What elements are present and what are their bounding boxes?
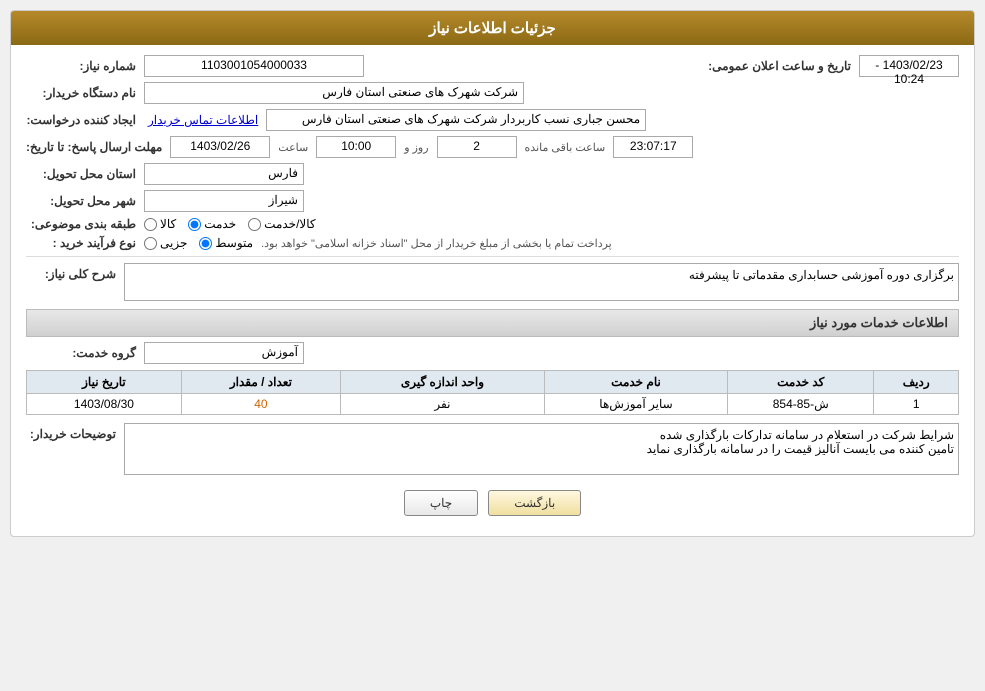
city-label: شهر محل تحویل: — [26, 194, 136, 208]
remaining-label: ساعت باقی مانده — [525, 141, 606, 154]
deadline-days: 2 — [437, 136, 517, 158]
col-quantity: تعداد / مقدار — [181, 371, 340, 394]
purchase-type-label: نوع فرآیند خرید : — [26, 236, 136, 250]
cell-date: 1403/08/30 — [27, 394, 182, 415]
buyer-notes-textarea[interactable] — [124, 423, 959, 475]
cell-code: ش-85-854 — [728, 394, 874, 415]
deadline-date: 1403/02/26 — [170, 136, 270, 158]
creator-label: ایجاد کننده درخواست: — [26, 113, 136, 127]
province-label: استان محل تحویل: — [26, 167, 136, 181]
announcement-value: 1403/02/23 - 10:24 — [859, 55, 959, 77]
button-row: بازگشت چاپ — [26, 490, 959, 516]
services-section-header: اطلاعات خدمات مورد نیاز — [26, 309, 959, 337]
cell-quantity: 40 — [181, 394, 340, 415]
general-desc-textarea[interactable] — [124, 263, 959, 301]
category-option-khadamat[interactable]: خدمت — [188, 217, 236, 231]
purchase-type-motavaset[interactable]: متوسط — [199, 236, 253, 250]
purchase-type-radio-group: متوسط جزیی — [144, 236, 253, 250]
page-title: جزئیات اطلاعات نیاز — [11, 11, 974, 45]
cell-unit: نفر — [340, 394, 544, 415]
category-label: طبقه بندی موضوعی: — [26, 217, 136, 231]
category-radio-group: کالا/خدمت خدمت کالا — [144, 217, 316, 231]
deadline-remaining: 23:07:17 — [613, 136, 693, 158]
province-value: فارس — [144, 163, 304, 185]
time-label: ساعت — [278, 141, 308, 154]
contact-link[interactable]: اطلاعات تماس خریدار — [148, 113, 258, 127]
city-value: شیراز — [144, 190, 304, 212]
general-desc-label: شرح کلی نیاز: — [26, 267, 116, 281]
category-option-kala-khadamat[interactable]: کالا/خدمت — [248, 217, 315, 231]
purchase-type-note: پرداخت تمام یا بخشی از مبلغ خریدار از مح… — [261, 237, 959, 250]
buyer-org-value: شرکت شهرک های صنعتی استان فارس — [144, 82, 524, 104]
cell-name: سایر آموزش‌ها — [544, 394, 727, 415]
col-code: کد خدمت — [728, 371, 874, 394]
service-group-value: آموزش — [144, 342, 304, 364]
buyer-org-label: نام دستگاه خریدار: — [26, 86, 136, 100]
category-option-kala[interactable]: کالا — [144, 217, 176, 231]
announcement-label: تاریخ و ساعت اعلان عمومی: — [708, 59, 851, 73]
col-row: ردیف — [874, 371, 959, 394]
creator-value: محسن جباری نسب کاربردار شرکت شهرک های صن… — [266, 109, 646, 131]
buyer-notes-label: توضیحات خریدار: — [26, 427, 116, 441]
deadline-time: 10:00 — [316, 136, 396, 158]
purchase-type-jozei[interactable]: جزیی — [144, 236, 187, 250]
col-date: تاریخ نیاز — [27, 371, 182, 394]
col-unit: واحد اندازه گیری — [340, 371, 544, 394]
need-number-label: شماره نیاز: — [26, 59, 136, 73]
deadline-label: مهلت ارسال پاسخ: تا تاریخ: — [26, 140, 162, 154]
print-button[interactable]: چاپ — [404, 490, 478, 516]
services-table: ردیف کد خدمت نام خدمت واحد اندازه گیری ت… — [26, 370, 959, 415]
table-row: 1 ش-85-854 سایر آموزش‌ها نفر 40 1403/08/… — [27, 394, 959, 415]
col-name: نام خدمت — [544, 371, 727, 394]
service-group-label: گروه خدمت: — [26, 346, 136, 360]
need-number-value: 1103001054000033 — [144, 55, 364, 77]
back-button[interactable]: بازگشت — [488, 490, 581, 516]
day-label: روز و — [404, 141, 428, 154]
cell-row: 1 — [874, 394, 959, 415]
